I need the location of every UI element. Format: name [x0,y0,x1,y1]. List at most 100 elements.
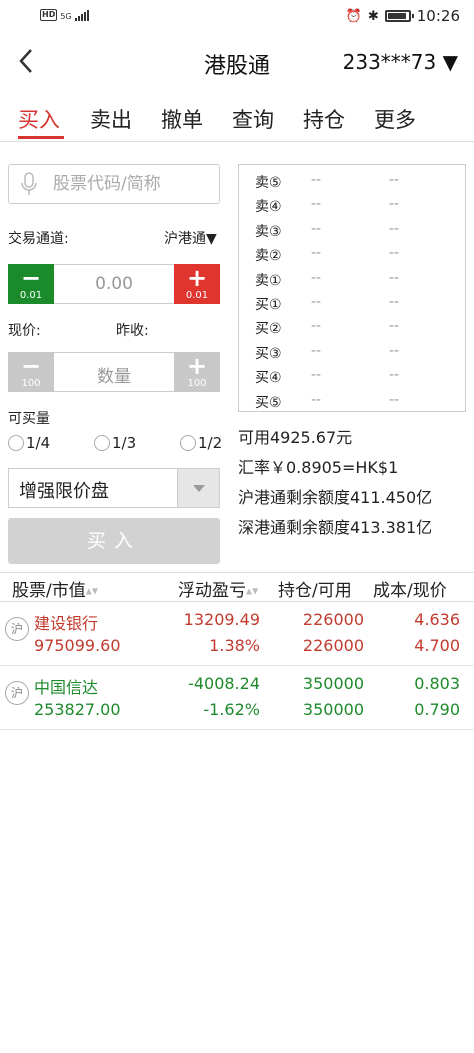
channel-select[interactable]: 沪港通▼ [164,228,217,248]
order-book-price: -- [311,269,322,286]
order-book-vol: -- [389,294,400,310]
radio-icon [94,435,110,451]
price-minus-button[interactable]: − 0.01 [8,264,54,304]
order-book-label: 卖⑤ [255,175,282,191]
pnl-percent: 1.38% [209,636,260,655]
price-stepper: − 0.01 0.00 + 0.01 [8,264,220,304]
order-type-value: 增强限价盘 [19,481,109,502]
trade-tabs: 买入 卖出 撤单 查询 持仓 更多 [0,96,474,142]
fraction-quarter-radio[interactable]: 1/4 [8,434,50,452]
tab-query[interactable]: 查询 [232,104,274,134]
plus-icon: + [186,352,208,380]
cost-price: 0.803 [414,674,460,693]
fraction-label: 1/3 [112,434,137,452]
order-book-row[interactable]: 买① -- -- [239,290,467,314]
current-price-label: 现价: [8,323,41,339]
order-book-price: -- [311,220,322,237]
radio-icon [8,435,24,451]
qty-minus-button[interactable]: − 100 [8,352,54,392]
battery-icon [384,10,414,22]
buyable-label: 可买量 [8,411,50,427]
order-book-row[interactable]: 买② -- -- [239,314,467,338]
order-book-row[interactable]: 买⑤ -- -- [239,388,467,412]
status-bar: HD 5G ⏰ ✱ 10:26 [0,0,474,34]
active-tab-indicator [18,136,64,139]
order-book-row[interactable]: 买④ -- -- [239,363,467,387]
order-book-price: -- [311,367,322,384]
buy-button[interactable]: 买入 [8,518,220,564]
minus-icon: − [20,264,42,292]
order-book-label: 卖④ [255,199,282,216]
search-input[interactable] [53,173,213,195]
order-book-row[interactable]: 卖① -- -- [239,266,467,290]
order-book-vol: -- [389,245,400,262]
qty-plus-step: 100 [187,378,207,389]
order-book-vol: -- [389,220,400,237]
channel-label: 交易通道: [8,231,69,247]
position-row[interactable]: 沪建设银行 975099.60 13209.49 1.38% 226000 226000 4… [0,602,474,666]
order-book-row[interactable]: 卖② -- -- [239,241,467,265]
stock-name: 建设银行 [34,614,99,633]
radio-icon [180,435,196,451]
alarm-icon: ⏰ [345,8,362,24]
position-row[interactable]: 沪中国信达 253827.00 -4008.24 -1.62% 350000 350000… [0,666,474,730]
order-book-row[interactable]: 卖③ -- -- [239,217,467,241]
fraction-third-radio[interactable]: 1/3 [94,434,136,452]
order-book-row[interactable]: 买③ -- -- [239,339,467,363]
fraction-label: 1/2 [198,434,223,452]
positions-header: 股票/市值▲▼ 浮动盈亏▲▼ 持仓/可用 成本/现价 [0,572,474,602]
order-book-vol: -- [389,318,400,335]
quantity-input[interactable]: 数量 [55,362,173,387]
qty-plus-button[interactable]: + 100 [174,352,220,392]
header-stock[interactable]: 股票/市值▲▼ [12,576,98,601]
market-value: 253827.00 [34,700,121,719]
quantity-stepper: − 100 数量 + 100 [8,352,220,392]
header-cost[interactable]: 成本/现价 [373,576,447,601]
tab-buy[interactable]: 买入 [18,104,60,134]
microphone-icon[interactable] [19,171,39,197]
order-book: 卖⑤ -- -- 卖④ -- -- 卖③ -- -- 卖② -- -- 卖① -- -- 买① -- -- 买② --… [238,164,466,412]
hd-icon: HD [40,9,58,21]
order-type-select[interactable]: 增强限价盘 [8,468,220,508]
order-book-vol: -- [389,391,400,408]
order-book-row[interactable]: 卖④ -- -- [239,192,467,216]
order-book-label: 买⑤ [255,394,282,411]
minus-icon: − [20,352,42,380]
order-book-price: -- [311,294,322,310]
tab-more[interactable]: 更多 [374,104,416,134]
floating-pnl: 13209.49 [183,610,260,629]
header-hold[interactable]: 持仓/可用 [278,576,352,601]
current-price: 0.790 [414,700,460,719]
available-funds: 可用4925.67元 [238,428,353,447]
chevron-down-icon[interactable] [177,469,219,507]
network-indicator: HD 5G [40,9,89,21]
price-plus-step: 0.01 [185,290,209,301]
account-selector[interactable]: 233***73 ▼ [343,50,458,74]
current-price: 4.700 [414,636,460,655]
available-qty: 226000 [302,636,364,655]
market-value: 975099.60 [34,636,121,655]
tab-position[interactable]: 持仓 [303,104,345,134]
stock-name: 中国信达 [34,678,99,697]
fraction-half-radio[interactable]: 1/2 [180,434,222,452]
exchange-rate: 汇率￥0.8905=HK$1 [238,458,399,477]
sh-quota: 沪港通剩余额度411.450亿 [238,488,433,507]
market-badge: 沪 [5,617,29,641]
status-right: ⏰ ✱ 10:26 [346,7,460,25]
tab-sell[interactable]: 卖出 [90,104,132,134]
order-book-price: -- [311,196,322,213]
cost-price: 4.636 [414,610,460,629]
price-plus-button[interactable]: + 0.01 [174,264,220,304]
stock-search[interactable] [8,164,220,204]
order-book-price: -- [311,318,322,335]
fraction-label: 1/4 [26,434,51,452]
header-pnl-label: 浮动盈亏 [178,581,246,601]
order-book-price: -- [311,245,322,262]
header-pnl[interactable]: 浮动盈亏▲▼ [178,576,258,601]
order-book-label: 买② [255,321,282,338]
order-book-vol: -- [389,269,400,286]
tab-cancel[interactable]: 撤单 [161,104,203,134]
status-time: 10:26 [416,7,460,25]
price-input[interactable]: 0.00 [55,274,173,294]
order-book-row[interactable]: 卖⑤ -- -- [239,168,467,192]
